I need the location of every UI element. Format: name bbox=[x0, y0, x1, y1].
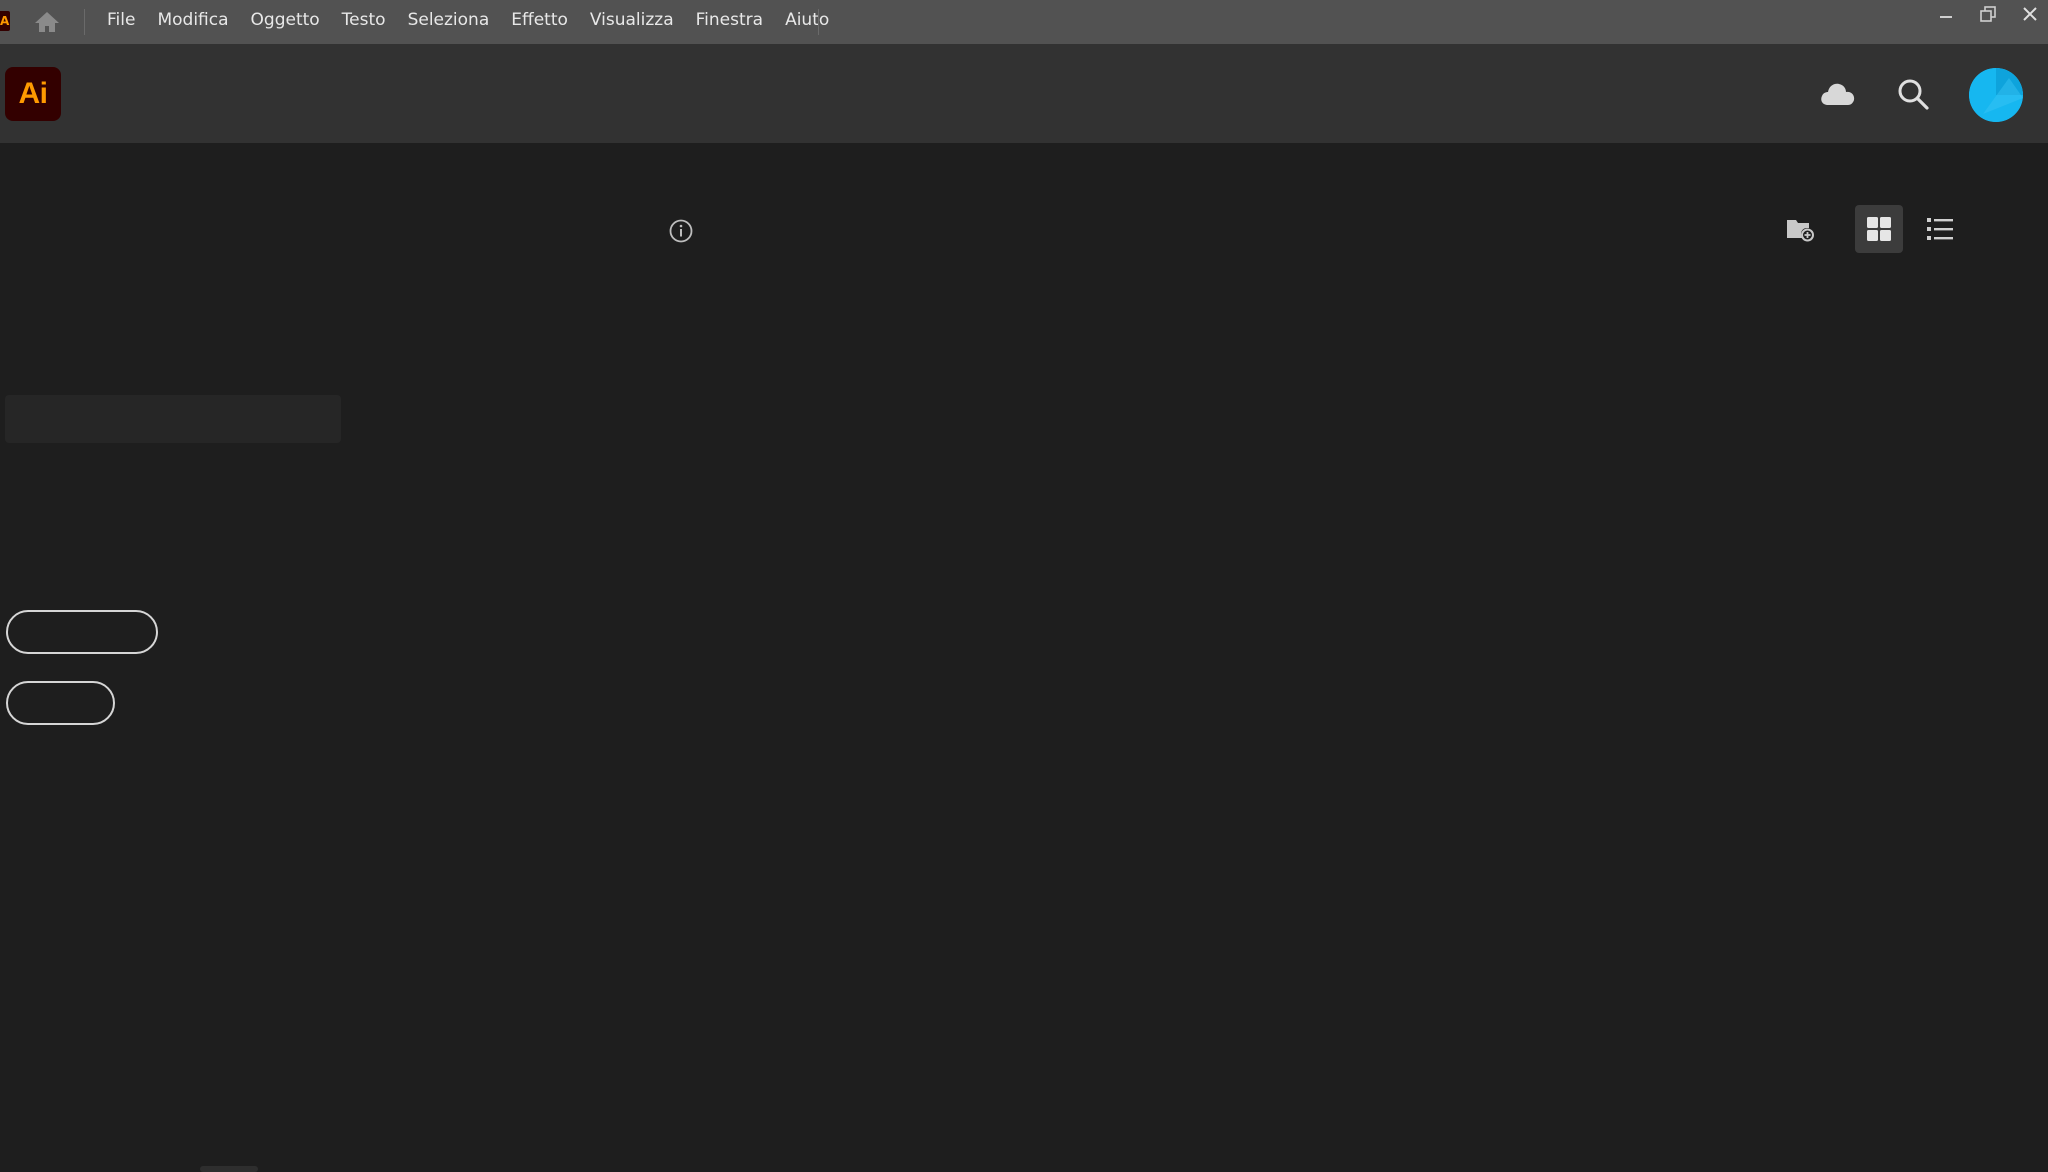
app-logo-icon: Ai bbox=[0, 11, 10, 31]
menu-finestra[interactable]: Finestra bbox=[685, 0, 774, 40]
placeholder-button[interactable] bbox=[6, 610, 158, 654]
scrollbar-thumb[interactable] bbox=[200, 1166, 258, 1172]
menu-separator bbox=[818, 9, 819, 35]
menu-file[interactable]: File bbox=[96, 0, 146, 40]
menu-aiuto[interactable]: Aiuto bbox=[774, 0, 840, 40]
home-icon[interactable] bbox=[32, 10, 62, 34]
search-button[interactable] bbox=[1893, 74, 1933, 114]
minimize-button[interactable] bbox=[1926, 0, 1966, 28]
loading-placeholder bbox=[5, 395, 341, 443]
menu-seleziona[interactable]: Seleziona bbox=[397, 0, 501, 40]
menu-list: File Modifica Oggetto Testo Seleziona Ef… bbox=[96, 0, 840, 40]
avatar-icon bbox=[1969, 68, 2023, 122]
placeholder-button[interactable] bbox=[6, 681, 115, 725]
menu-oggetto[interactable]: Oggetto bbox=[240, 0, 331, 40]
info-icon[interactable] bbox=[668, 218, 694, 244]
restore-icon bbox=[1980, 6, 1996, 22]
close-icon bbox=[2023, 7, 2037, 21]
menu-testo[interactable]: Testo bbox=[331, 0, 397, 40]
cloud-icon bbox=[1821, 83, 1855, 105]
restore-button[interactable] bbox=[1968, 0, 2008, 28]
menu-separator bbox=[84, 9, 85, 35]
minimize-icon bbox=[1940, 16, 1952, 18]
illustrator-logo: Ai bbox=[5, 67, 61, 121]
menu-modifica[interactable]: Modifica bbox=[146, 0, 239, 40]
cloud-button[interactable] bbox=[1816, 74, 1860, 114]
grid-view-button[interactable] bbox=[1855, 205, 1903, 253]
new-folder-icon bbox=[1787, 220, 1814, 242]
avatar[interactable] bbox=[1969, 68, 2023, 122]
new-folder-button[interactable] bbox=[1776, 205, 1824, 253]
home-content bbox=[0, 143, 2048, 1172]
menu-effetto[interactable]: Effetto bbox=[500, 0, 579, 40]
list-view-button[interactable] bbox=[1916, 205, 1964, 253]
search-icon bbox=[1898, 79, 1929, 110]
list-view-icon bbox=[1927, 218, 1953, 240]
menu-bar: Ai File Modifica Oggetto Testo Seleziona… bbox=[0, 0, 2048, 44]
grid-view-icon bbox=[1867, 217, 1891, 241]
app-header: Ai bbox=[0, 44, 2048, 143]
close-button[interactable] bbox=[2010, 0, 2048, 28]
menu-visualizza[interactable]: Visualizza bbox=[579, 0, 685, 40]
